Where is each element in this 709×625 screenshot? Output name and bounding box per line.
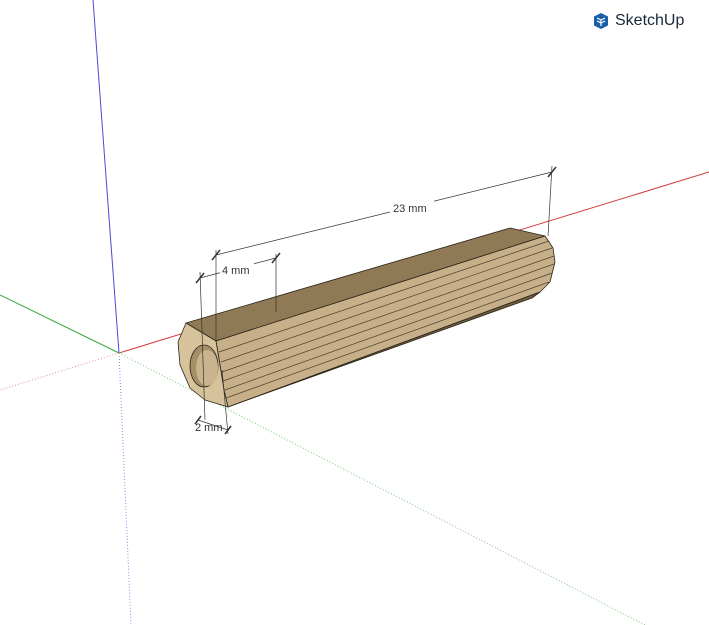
brand-name: SketchUp bbox=[615, 12, 685, 29]
blue-axis bbox=[92, 0, 120, 354]
dimension-length-label: 23 mm bbox=[393, 203, 427, 215]
viewport-3d[interactable]: 23 mm 4 mm 2 mm SketchUp bbox=[0, 0, 709, 625]
sketchup-logo: SketchUp bbox=[592, 12, 684, 30]
red-axis-negative bbox=[0, 352, 120, 391]
tube-hole-inner bbox=[196, 350, 218, 386]
scene[interactable]: 23 mm 4 mm 2 mm bbox=[0, 0, 709, 625]
dimension-hole-diameter-label: 2 mm bbox=[195, 422, 223, 434]
green-axis bbox=[0, 294, 120, 354]
blue-axis-negative bbox=[118, 352, 132, 625]
dimension-outer-diameter-label: 4 mm bbox=[222, 265, 250, 277]
sketchup-logo-icon bbox=[594, 13, 608, 29]
tube-model[interactable] bbox=[177, 227, 556, 408]
